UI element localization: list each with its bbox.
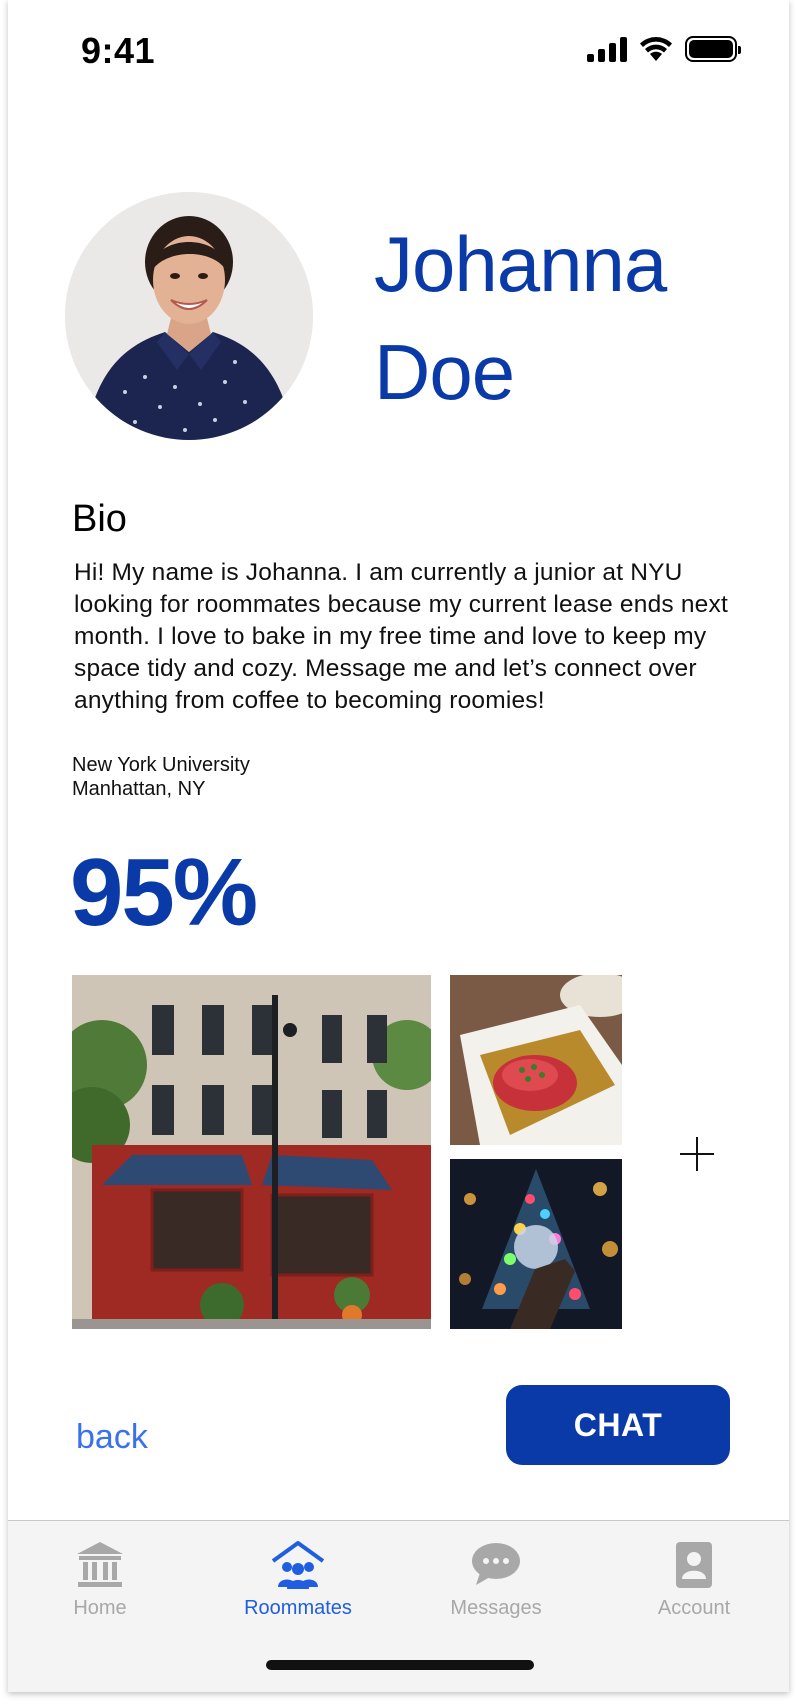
- chat-button[interactable]: CHAT: [506, 1385, 730, 1465]
- tab-account[interactable]: Account: [614, 1539, 774, 1620]
- last-name: Doe: [374, 328, 515, 416]
- contact-card-icon: [676, 1542, 712, 1588]
- location: Manhattan, NY: [72, 778, 206, 800]
- profile-name: Johanna Doe: [374, 210, 667, 426]
- back-link[interactable]: back: [76, 1418, 148, 1457]
- status-time: 9:41: [81, 30, 156, 71]
- match-percentage: 95%: [70, 839, 258, 946]
- add-photo-button[interactable]: [676, 1133, 718, 1175]
- tab-messages-label: Messages: [450, 1597, 542, 1619]
- bank-icon: [77, 1542, 123, 1587]
- phone-screen: 9:41 Johanna Doe Bio Hi! My name is Joha…: [8, 0, 789, 1692]
- tab-account-label: Account: [657, 1597, 731, 1619]
- tab-roommates-label: Roommates: [244, 1597, 352, 1619]
- photo-street-building[interactable]: [72, 975, 431, 1329]
- school-info: New York University Manhattan, NY: [72, 753, 250, 801]
- home-indicator[interactable]: [266, 1660, 534, 1670]
- battery-icon: [685, 36, 741, 62]
- school-name: New York University: [72, 754, 250, 776]
- cellular-signal-icon: [587, 36, 627, 62]
- chat-bubble-icon: [472, 1543, 520, 1585]
- wifi-icon: [640, 37, 672, 61]
- tab-home[interactable]: Home: [20, 1539, 180, 1620]
- bio-heading: Bio: [72, 498, 127, 540]
- photo-christmas-tree[interactable]: [450, 1159, 622, 1329]
- tab-roommates[interactable]: Roommates: [218, 1539, 378, 1620]
- tab-home-label: Home: [73, 1597, 127, 1619]
- first-name: Johanna: [374, 220, 667, 308]
- photo-food[interactable]: [450, 975, 622, 1145]
- profile-avatar: [65, 192, 313, 440]
- tab-messages[interactable]: Messages: [416, 1539, 576, 1620]
- bio-text: Hi! My name is Johanna. I am currently a…: [74, 559, 728, 714]
- roommates-icon: [271, 1541, 325, 1589]
- status-icons: [587, 36, 741, 62]
